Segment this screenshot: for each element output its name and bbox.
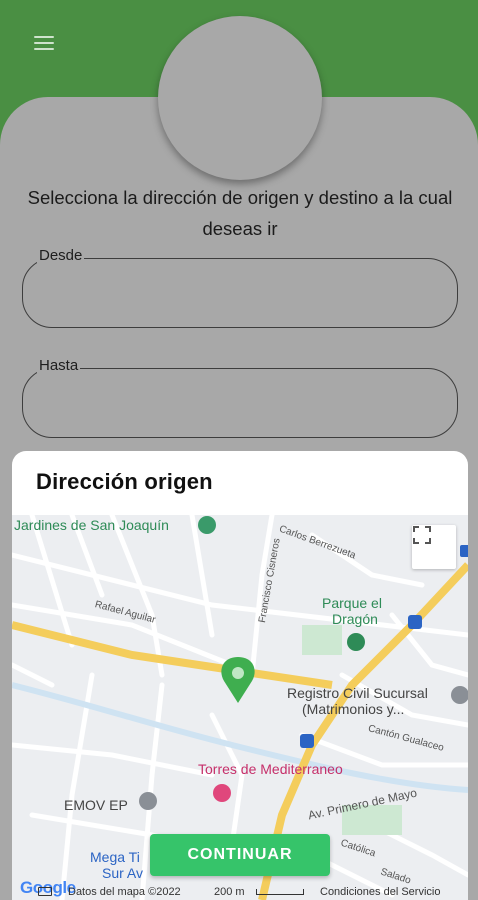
map-data-attribution[interactable]: Datos del mapa ©2022 bbox=[68, 886, 181, 898]
destination-field-label: Hasta bbox=[37, 357, 81, 374]
map-label-registro-1: Registro Civil Sucursal bbox=[287, 685, 428, 701]
fullscreen-icon bbox=[413, 526, 431, 544]
keyboard-shortcuts-icon[interactable] bbox=[38, 887, 52, 896]
origin-map-dialog: Dirección origen Jardines de San Joaquín… bbox=[12, 451, 468, 900]
continue-button[interactable]: CONTINUAR bbox=[150, 834, 330, 876]
destination-field[interactable]: Hasta bbox=[22, 357, 458, 438]
map-label-mega-2: Sur Av bbox=[102, 865, 143, 881]
map-label-emov: EMOV EP bbox=[64, 797, 128, 813]
fullscreen-button[interactable] bbox=[412, 525, 456, 569]
map-terms-link[interactable]: Condiciones del Servicio bbox=[320, 886, 440, 898]
avatar bbox=[158, 16, 322, 180]
origin-field[interactable]: Desde bbox=[22, 247, 458, 328]
dialog-title: Dirección origen bbox=[36, 469, 213, 494]
map-label-parque-1: Parque el bbox=[322, 595, 382, 611]
hamburger-menu-icon[interactable] bbox=[34, 36, 54, 50]
map-scale-bar bbox=[256, 889, 304, 895]
map-label-registro-2: (Matrimonios y... bbox=[302, 701, 405, 717]
map-label-mega-1: Mega Ti bbox=[90, 849, 140, 865]
map-label-torres: Torres de Mediterraneo bbox=[198, 761, 343, 777]
map-scale-label: 200 m bbox=[214, 886, 245, 898]
map-label-jardines: Jardines de San Joaquín bbox=[14, 517, 169, 533]
origin-field-label: Desde bbox=[37, 247, 85, 264]
instruction-text: Selecciona la dirección de origen y dest… bbox=[27, 187, 453, 239]
map-label-parque-2: Dragón bbox=[332, 611, 378, 627]
map-footer: Google Datos del mapa ©2022 200 m Condic… bbox=[12, 878, 468, 900]
